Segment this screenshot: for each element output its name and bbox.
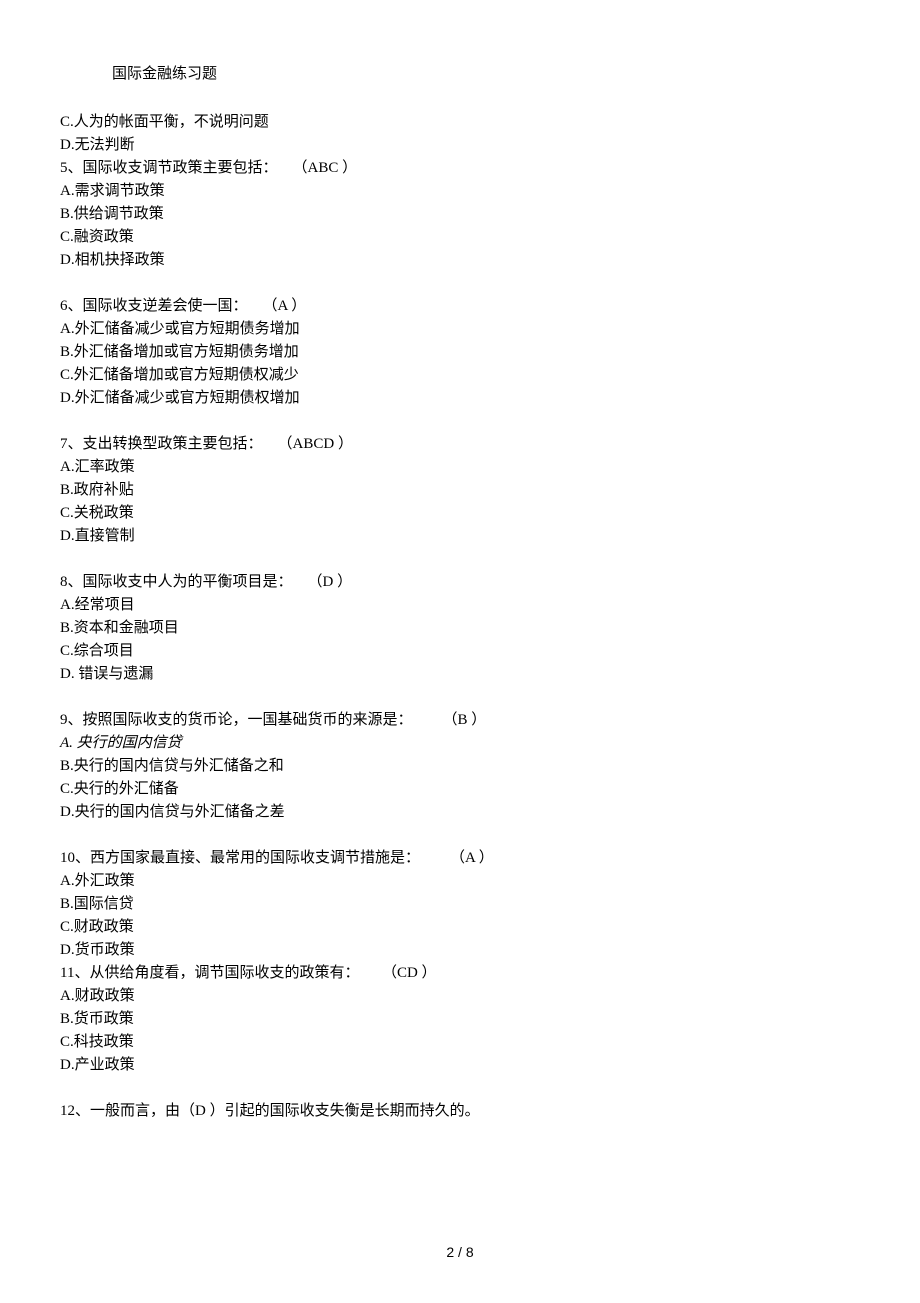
option-text: C.人为的帐面平衡，不说明问题 xyxy=(60,111,920,134)
option-text: B.政府补贴 xyxy=(60,479,920,502)
option-text: A.需求调节政策 xyxy=(60,180,920,203)
option-text: A.经常项目 xyxy=(60,594,920,617)
option-text: B.国际信贷 xyxy=(60,893,920,916)
option-text: D.直接管制 xyxy=(60,525,920,548)
header-title: 国际金融练习题 xyxy=(112,66,217,82)
option-text: D.无法判断 xyxy=(60,134,920,157)
option-text: C.关税政策 xyxy=(60,502,920,525)
option-text: C.央行的外汇储备 xyxy=(60,778,920,801)
option-text: B.央行的国内信贷与外汇储备之和 xyxy=(60,755,920,778)
answer-text: （CD ） xyxy=(359,962,436,985)
option-text: D.货币政策 xyxy=(60,939,920,962)
option-text: C.融资政策 xyxy=(60,226,920,249)
question-text: 12、一般而言，由（D ）引起的国际收支失衡是长期而持久的。 xyxy=(60,1100,920,1123)
spacer xyxy=(60,824,920,847)
answer-text: （D ） xyxy=(293,571,353,594)
option-text: D.外汇储备减少或官方短期债权增加 xyxy=(60,387,920,410)
question-text: 6、国际收支逆差会使一国： xyxy=(60,295,248,318)
option-text: B.供给调节政策 xyxy=(60,203,920,226)
question-text: 11、从供给角度看，调节国际收支的政策有： xyxy=(60,962,359,985)
option-text: A.外汇储备减少或官方短期债务增加 xyxy=(60,318,920,341)
option-text: D. 错误与遗漏 xyxy=(60,663,920,686)
answer-text: （ABC ） xyxy=(278,157,358,180)
question-line: 10、西方国家最直接、最常用的国际收支调节措施是： （A ） xyxy=(60,847,920,870)
option-text: D.相机抉择政策 xyxy=(60,249,920,272)
spacer xyxy=(60,686,920,709)
question-line: 9、按照国际收支的货币论，一国基础货币的来源是： （B ） xyxy=(60,709,920,732)
option-text: C.科技政策 xyxy=(60,1031,920,1054)
option-text: C.财政政策 xyxy=(60,916,920,939)
option-text: A.汇率政策 xyxy=(60,456,920,479)
option-text: D.产业政策 xyxy=(60,1054,920,1077)
option-text: A.外汇政策 xyxy=(60,870,920,893)
question-text: 8、国际收支中人为的平衡项目是： xyxy=(60,571,293,594)
page-number: 2 / 8 xyxy=(446,1244,473,1260)
answer-text: （B ） xyxy=(413,709,487,732)
question-text: 9、按照国际收支的货币论，一国基础货币的来源是： xyxy=(60,709,413,732)
content-area: C.人为的帐面平衡，不说明问题 D.无法判断 5、国际收支调节政策主要包括： （… xyxy=(0,83,920,1123)
answer-text: （A ） xyxy=(248,295,307,318)
option-text: B.外汇储备增加或官方短期债务增加 xyxy=(60,341,920,364)
option-text: C.综合项目 xyxy=(60,640,920,663)
spacer xyxy=(60,1077,920,1100)
spacer xyxy=(60,548,920,571)
option-text: B.货币政策 xyxy=(60,1008,920,1031)
question-text: 5、国际收支调节政策主要包括： xyxy=(60,157,278,180)
question-line: 8、国际收支中人为的平衡项目是： （D ） xyxy=(60,571,920,594)
page-header: 国际金融练习题 xyxy=(0,0,920,83)
question-text: 10、西方国家最直接、最常用的国际收支调节措施是： xyxy=(60,847,420,870)
option-text: A. 央行的国内信贷 xyxy=(60,732,920,755)
option-text: A.财政政策 xyxy=(60,985,920,1008)
option-text: D.央行的国内信贷与外汇储备之差 xyxy=(60,801,920,824)
answer-text: （A ） xyxy=(420,847,494,870)
question-line: 7、支出转换型政策主要包括： （ABCD ） xyxy=(60,433,920,456)
question-line: 5、国际收支调节政策主要包括： （ABC ） xyxy=(60,157,920,180)
page-footer: 2 / 8 xyxy=(0,1244,920,1260)
option-text: B.资本和金融项目 xyxy=(60,617,920,640)
answer-text: （ABCD ） xyxy=(263,433,353,456)
question-text: 7、支出转换型政策主要包括： xyxy=(60,433,263,456)
spacer xyxy=(60,410,920,433)
option-text: C.外汇储备增加或官方短期债权减少 xyxy=(60,364,920,387)
question-line: 6、国际收支逆差会使一国： （A ） xyxy=(60,295,920,318)
question-line: 11、从供给角度看，调节国际收支的政策有： （CD ） xyxy=(60,962,920,985)
spacer xyxy=(60,272,920,295)
